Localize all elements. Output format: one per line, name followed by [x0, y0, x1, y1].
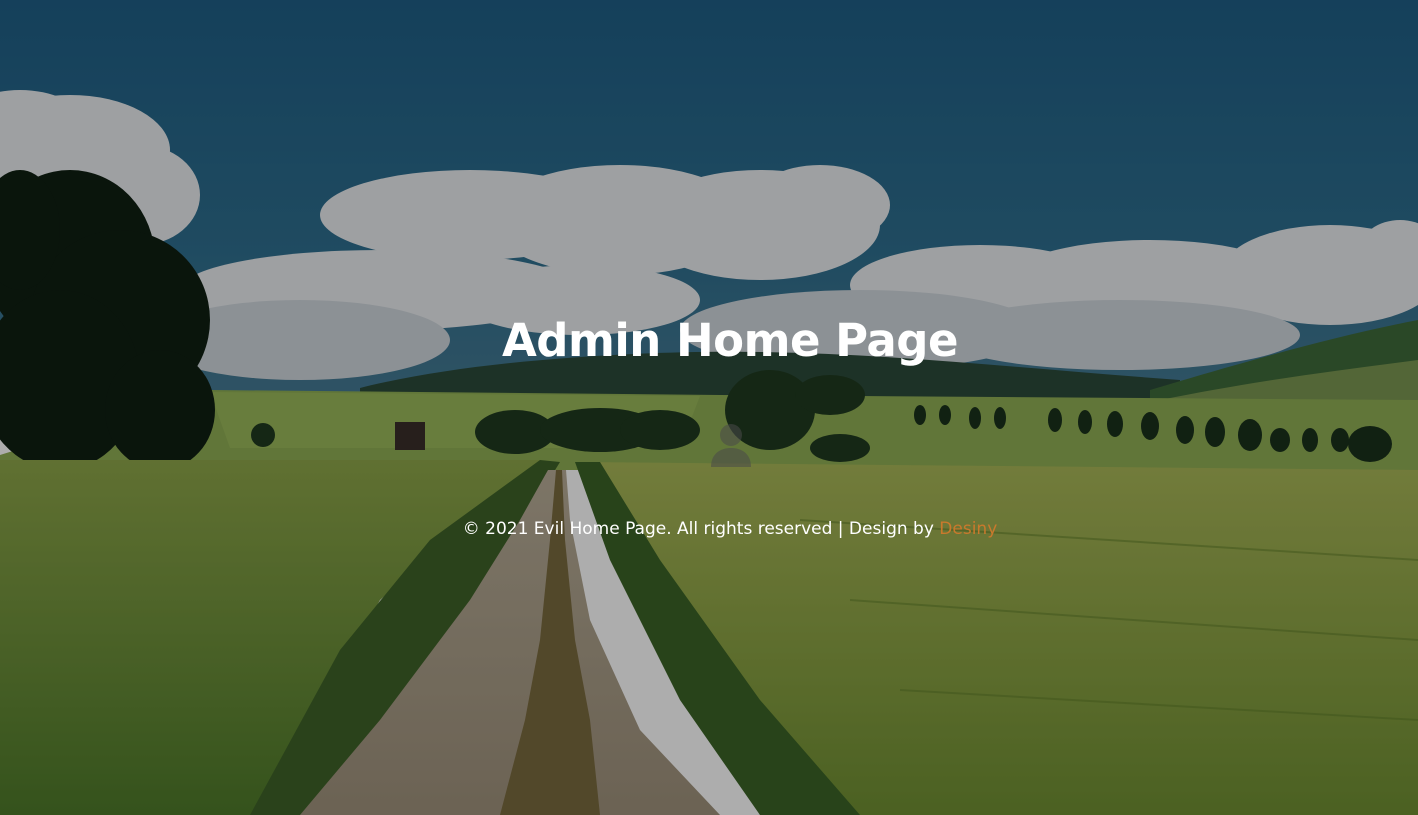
copyright-text: © 2021 Evil Home Page. All rights reserv…: [462, 519, 940, 539]
page-title: Admin Home Page: [501, 314, 959, 367]
user-icon[interactable]: [709, 421, 753, 467]
admin-home-page: Admin Home Page © 2021 Evil Home Page. A…: [0, 0, 1418, 815]
footer-copyright: © 2021 Evil Home Page. All rights reserv…: [0, 518, 1418, 540]
designer-link[interactable]: Desiny: [939, 519, 997, 539]
dark-overlay: [0, 0, 1418, 815]
